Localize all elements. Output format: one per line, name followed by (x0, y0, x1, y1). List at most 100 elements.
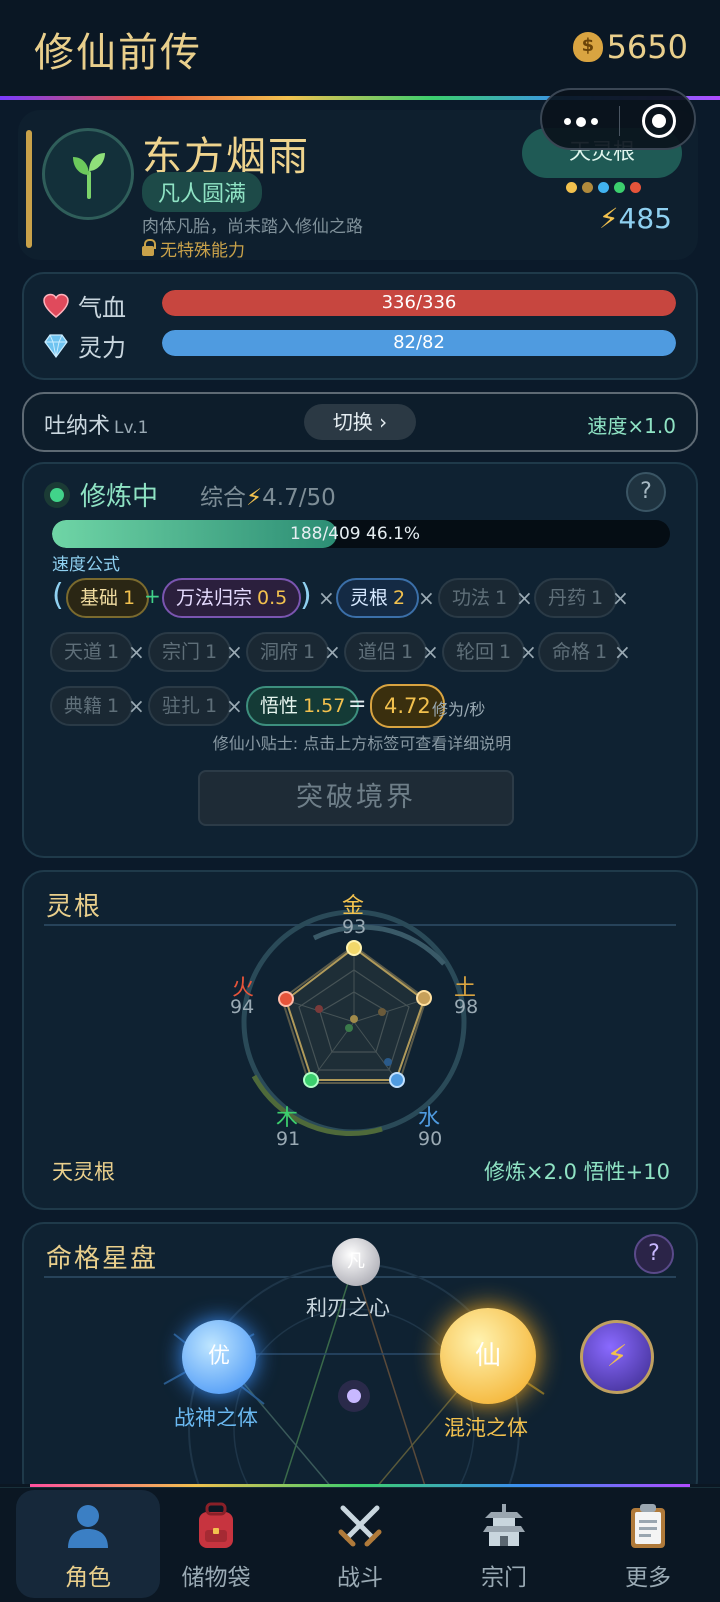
times-operator: × (128, 694, 145, 718)
breakthrough-button[interactable]: 突破境界 (198, 770, 514, 826)
nav-label: 更多 (625, 1565, 671, 1591)
close-paren: ) (300, 578, 312, 613)
orb-xian-label: 混沌之体 (444, 1416, 528, 1440)
orb-you[interactable]: 优 (182, 1320, 256, 1394)
nav-tab-character[interactable]: 角色 (16, 1490, 160, 1598)
status-indicator-icon (44, 482, 70, 508)
element-earth-value: 98 (454, 996, 479, 1018)
formula-label: 速度公式 (52, 555, 120, 575)
cultivation-status: 修炼中 (80, 482, 159, 512)
nav-tab-more[interactable]: 更多 (576, 1490, 720, 1598)
equals-operator: = (348, 692, 367, 717)
times-operator: × (422, 640, 439, 664)
nav-divider (0, 1487, 720, 1488)
spirit-root-card: 灵根 金 93 土 98 水 90 木 91 火 94 天灵根 修炼×2.0 悟… (22, 870, 698, 1210)
more-options-icon[interactable] (564, 116, 598, 127)
spirit-root-type: 天灵根 (52, 1160, 115, 1184)
chip-wanfa[interactable]: 万法归宗 0.5 (162, 578, 302, 618)
avatar[interactable] (42, 128, 134, 220)
element-metal-value: 93 (342, 916, 367, 938)
chip-zhuzha[interactable]: 驻扎 1 (148, 686, 232, 726)
chip-zongmen[interactable]: 宗门 1 (148, 632, 232, 672)
times-operator: × (226, 640, 243, 664)
times-operator: × (520, 640, 537, 664)
chip-mingge[interactable]: 命格 1 (538, 632, 622, 672)
top-bar: 修仙前传 5650 (0, 0, 720, 96)
technique-row: 吐纳术 Lv.1 切换 › 速度×1.0 (22, 392, 698, 452)
accent-bar (26, 130, 32, 248)
cultivation-progress-bar: 188/409 46.1% (52, 520, 670, 548)
chip-tiandao[interactable]: 天道 1 (50, 632, 134, 672)
chip-danyao[interactable]: 丹药 1 (534, 578, 618, 618)
chip-daolv[interactable]: 道侣 1 (344, 632, 428, 672)
mp-row: 灵力 (42, 328, 156, 363)
result-unit: 修为/秒 (432, 700, 486, 719)
times-operator: × (324, 640, 341, 664)
nav-label: 宗门 (481, 1565, 527, 1591)
root-color-dot (582, 182, 593, 193)
orb-fan[interactable]: 凡 (332, 1238, 380, 1286)
crossed-swords-icon (338, 1505, 382, 1547)
chip-dianji[interactable]: 典籍 1 (50, 686, 134, 726)
cultivation-tip: 修仙小贴士: 点击上方标签可查看详细说明 (212, 734, 512, 753)
root-color-dot (566, 182, 577, 193)
coin-amount: 5650 (606, 28, 688, 66)
chip-linggen[interactable]: 灵根 2 (336, 578, 420, 618)
times-operator: × (128, 640, 145, 664)
root-color-dot (614, 182, 625, 193)
lightning-icon: ⚡ (246, 485, 263, 511)
pagoda-icon (483, 1504, 525, 1546)
nav-tab-sect[interactable]: 宗门 (432, 1490, 576, 1598)
realm-badge: 凡人圆满 (142, 172, 263, 212)
app-title: 修仙前传 (34, 30, 202, 76)
sprout-icon (73, 153, 105, 199)
element-wood-value: 91 (276, 1128, 301, 1150)
lightning-orb-button[interactable]: ⚡ (580, 1320, 654, 1394)
capsule-divider (619, 106, 620, 136)
clipboard-icon (631, 1504, 665, 1548)
chip-dongfu[interactable]: 洞府 1 (246, 632, 330, 672)
hp-text: 336/336 (381, 292, 457, 313)
lightning-icon: ⚡ (598, 202, 619, 235)
orb-you-label: 战神之体 (174, 1406, 258, 1430)
technique-speed: 速度×1.0 (587, 414, 676, 438)
times-operator: × (614, 640, 631, 664)
power-value: ⚡485 (598, 202, 672, 235)
hp-label: 气血 (78, 294, 126, 322)
times-operator: × (612, 586, 629, 610)
technique-name: 吐纳术 Lv.1 (44, 414, 149, 439)
chip-gongfa[interactable]: 功法 1 (438, 578, 522, 618)
cultivation-help-button[interactable]: ? (626, 472, 666, 512)
element-water-value: 90 (418, 1128, 443, 1150)
coin-counter: 5650 (572, 28, 688, 66)
orb-fan-label: 利刃之心 (306, 1296, 390, 1320)
open-paren: ( (52, 578, 64, 613)
nav-label: 战斗 (337, 1565, 383, 1591)
person-icon (68, 1505, 108, 1548)
plus-operator: + (144, 584, 161, 608)
backpack-icon (199, 1502, 233, 1548)
chip-wuxing[interactable]: 悟性 1.57 (246, 686, 360, 726)
hp-row: 气血 (42, 288, 156, 323)
switch-technique-button[interactable]: 切换 › (304, 404, 416, 440)
nav-label: 角色 (65, 1565, 111, 1591)
destiny-star-chart-card: 命格星盘 ? 凡 利刃之心 优 战神之体 仙 混沌之体 ⚡ (22, 1222, 698, 1502)
miniprogram-capsule (540, 88, 696, 150)
character-description: 肉体凡胎，尚未踏入修仙之路 (142, 217, 363, 237)
orb-xian[interactable]: 仙 (440, 1308, 536, 1404)
chip-base[interactable]: 基础 1 (66, 578, 150, 618)
heart-icon (43, 293, 69, 318)
cultivation-card: 修炼中 综合⚡4.7/50 ? 188/409 46.1% 速度公式 ( 基础 1… (22, 462, 698, 858)
mp-bar: 82/82 (162, 330, 676, 356)
close-target-icon[interactable] (642, 104, 676, 138)
mp-label: 灵力 (78, 334, 126, 362)
root-color-dots (566, 182, 641, 193)
nav-tab-battle[interactable]: 战斗 (288, 1490, 432, 1598)
mp-text: 82/82 (393, 332, 445, 353)
nav-label: 储物袋 (181, 1565, 251, 1591)
cultivation-total: 综合⚡4.7/50 (200, 485, 336, 511)
nav-tab-storage[interactable]: 储物袋 (144, 1490, 288, 1598)
chip-lunhui[interactable]: 轮回 1 (442, 632, 526, 672)
bottom-navigation: 角色 储物袋 战斗 宗门 更多 (0, 1484, 720, 1602)
stats-card: 气血 336/336 灵力 82/82 (22, 272, 698, 380)
